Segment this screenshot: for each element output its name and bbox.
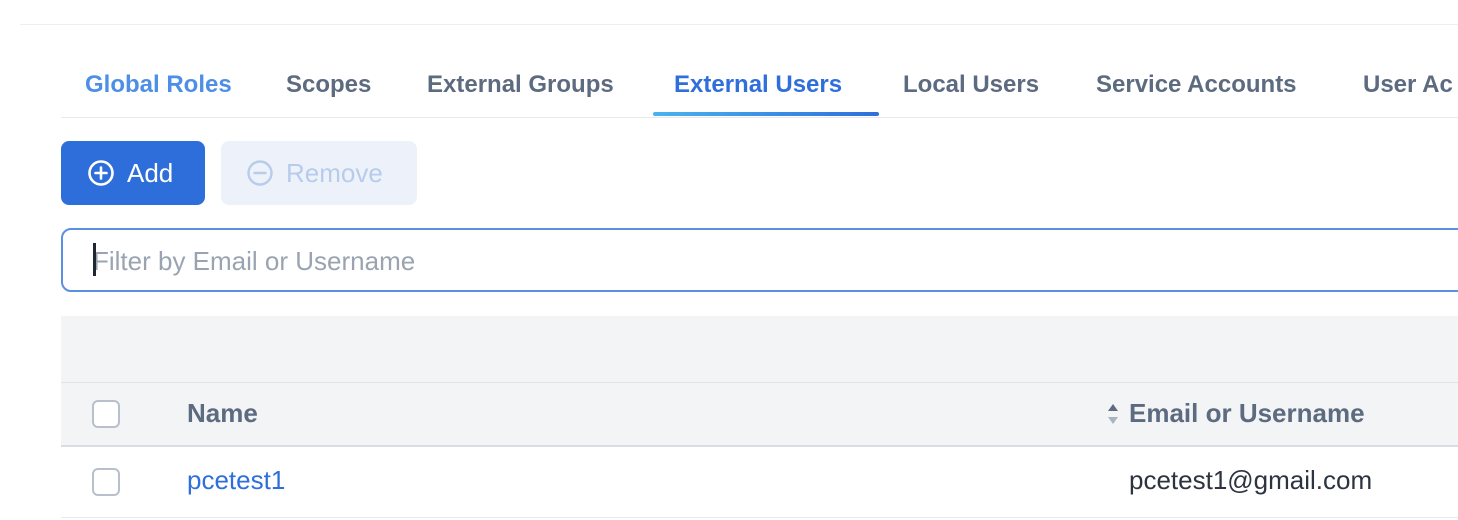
tab-user-activity[interactable]: User Ac	[1363, 56, 1453, 116]
active-tab-indicator	[653, 112, 879, 116]
tab-external-groups[interactable]: External Groups	[427, 56, 614, 116]
user-email: pcetest1@gmail.com	[1129, 465, 1373, 495]
text-caret	[93, 243, 96, 276]
add-button[interactable]: Add	[61, 141, 205, 205]
plus-circle-icon	[87, 159, 115, 187]
remove-button-label: Remove	[286, 157, 383, 188]
tab-bar: Global Roles Scopes External Groups Exte…	[61, 56, 1458, 118]
filter-field[interactable]	[61, 228, 1458, 292]
tab-local-users[interactable]: Local Users	[903, 56, 1039, 116]
tab-external-users[interactable]: External Users	[674, 56, 842, 116]
table-toolbar	[61, 316, 1458, 383]
table-header: Name Email or Username	[61, 383, 1458, 447]
user-name-link[interactable]: pcetest1	[187, 465, 285, 496]
add-button-label: Add	[127, 157, 174, 188]
column-header-name[interactable]: Name	[187, 398, 258, 429]
filter-input[interactable]	[91, 240, 1395, 282]
top-divider	[20, 24, 1458, 25]
tab-service-accounts[interactable]: Service Accounts	[1096, 56, 1297, 116]
select-all-checkbox[interactable]	[92, 400, 120, 428]
row-checkbox[interactable]	[92, 468, 120, 496]
tab-scopes[interactable]: Scopes	[286, 56, 371, 116]
tab-global-roles[interactable]: Global Roles	[85, 56, 232, 116]
sort-icon[interactable]	[1105, 401, 1121, 427]
remove-button[interactable]: Remove	[221, 141, 417, 205]
minus-circle-icon	[246, 159, 274, 187]
column-header-email[interactable]: Email or Username	[1129, 398, 1365, 429]
table-row: pcetest1 pcetest1@gmail.com	[61, 447, 1458, 518]
